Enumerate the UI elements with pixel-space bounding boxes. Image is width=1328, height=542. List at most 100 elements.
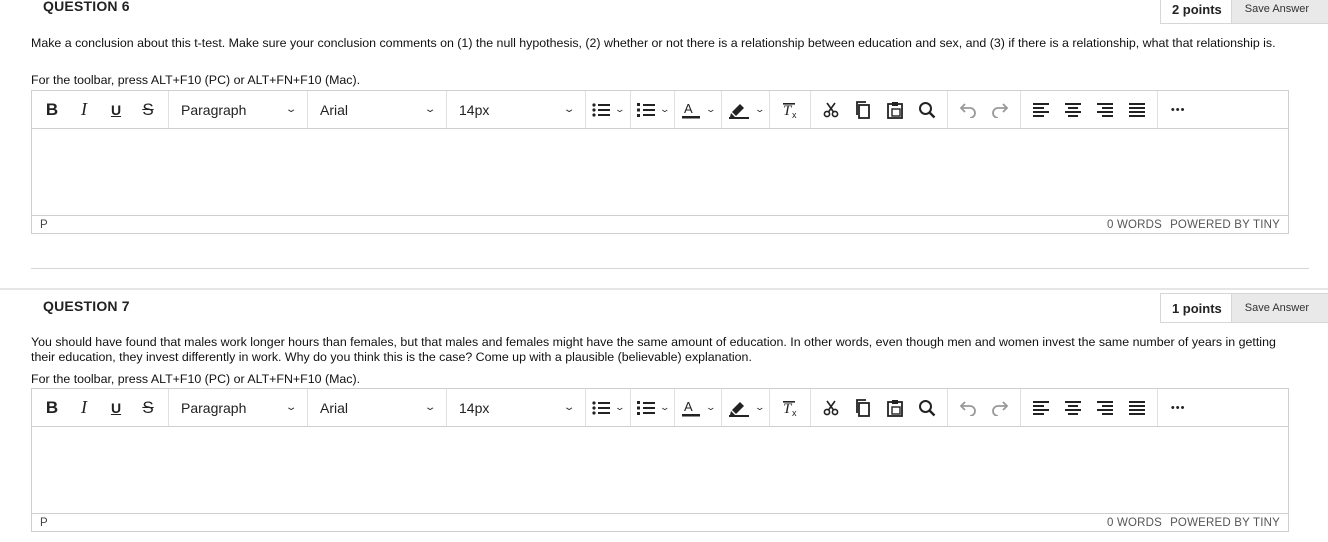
- question-7: QUESTION 7 1 points Save Answer You shou…: [0, 290, 1328, 542]
- more-options-button[interactable]: •••: [1162, 95, 1194, 125]
- italic-button[interactable]: I: [68, 393, 100, 423]
- undo-button[interactable]: [952, 95, 984, 125]
- font-select-value: Arial: [320, 101, 349, 118]
- copy-icon: [856, 398, 871, 417]
- underline-button[interactable]: U: [100, 393, 132, 423]
- align-center-button[interactable]: [1057, 95, 1089, 125]
- align-left-button[interactable]: [1025, 393, 1057, 423]
- find-replace-button[interactable]: [911, 393, 943, 423]
- copy-button[interactable]: [847, 393, 879, 423]
- copy-button[interactable]: [847, 95, 879, 125]
- clipboard-icon: [887, 101, 904, 119]
- align-group: [1021, 389, 1159, 426]
- svg-text:A: A: [684, 101, 693, 116]
- powered-by-link[interactable]: POWERED BY TINY: [1170, 517, 1280, 529]
- editor-status-bar: P 0 WORDS POWERED BY TINY: [32, 513, 1288, 531]
- clear-format-group: Tx: [770, 389, 812, 426]
- numbered-list-button[interactable]: ⌄: [631, 389, 676, 426]
- element-path[interactable]: P: [40, 219, 48, 231]
- save-answer-button[interactable]: Save Answer: [1230, 294, 1328, 322]
- bold-button[interactable]: B: [36, 393, 68, 423]
- italic-button[interactable]: I: [68, 95, 100, 125]
- clear-formatting-icon: Tx: [783, 400, 797, 417]
- font-size-select-value: 14px: [459, 101, 490, 118]
- align-center-button[interactable]: [1057, 393, 1089, 423]
- more-group: •••: [1158, 91, 1198, 128]
- cut-button[interactable]: [815, 95, 847, 125]
- editor-toolbar: B I U S Paragraph ⌄ Arial ⌄ 14px ⌄ ⌄ ⌄ A…: [32, 91, 1288, 129]
- format-group: B I U S: [32, 91, 169, 128]
- highlight-color-button[interactable]: ⌄: [722, 389, 771, 426]
- text-color-button[interactable]: A ⌄: [675, 389, 722, 426]
- clear-formatting-button[interactable]: Tx: [774, 95, 806, 125]
- text-color-icon: A: [682, 399, 701, 416]
- align-left-button[interactable]: [1025, 95, 1057, 125]
- font-size-select[interactable]: 14px ⌄: [447, 91, 586, 128]
- toolbar-hint: For the toolbar, press ALT+F10 (PC) or A…: [31, 73, 361, 87]
- text-color-button[interactable]: A ⌄: [675, 91, 722, 128]
- redo-button[interactable]: [984, 393, 1016, 423]
- align-right-button[interactable]: [1089, 393, 1121, 423]
- word-count[interactable]: 0 WORDS: [1107, 517, 1162, 529]
- find-replace-button[interactable]: [911, 95, 943, 125]
- more-options-button[interactable]: •••: [1162, 393, 1194, 423]
- question-title: QUESTION 7: [43, 298, 130, 314]
- element-path[interactable]: P: [40, 517, 48, 529]
- paste-button[interactable]: [879, 393, 911, 423]
- chevron-down-icon: ⌄: [562, 104, 576, 115]
- undo-icon: [959, 400, 977, 416]
- font-select[interactable]: Arial ⌄: [308, 389, 447, 426]
- powered-by-link[interactable]: POWERED BY TINY: [1170, 219, 1280, 231]
- bullet-list-button[interactable]: ⌄: [586, 91, 631, 128]
- align-justify-button[interactable]: [1121, 393, 1153, 423]
- chevron-down-icon: ⌄: [753, 104, 766, 114]
- editor-text-area[interactable]: [32, 129, 1288, 215]
- font-size-select-value: 14px: [459, 399, 490, 416]
- save-answer-button[interactable]: Save Answer: [1230, 0, 1328, 23]
- numbered-list-button[interactable]: ⌄: [631, 91, 676, 128]
- font-select-value: Arial: [320, 399, 349, 416]
- align-right-button[interactable]: [1089, 95, 1121, 125]
- align-right-icon: [1097, 400, 1114, 415]
- strikethrough-button[interactable]: S: [132, 95, 164, 125]
- bold-button[interactable]: B: [36, 95, 68, 125]
- bullet-list-button[interactable]: ⌄: [586, 389, 631, 426]
- numbered-list-icon: [636, 400, 655, 415]
- chevron-down-icon: ⌄: [753, 402, 766, 412]
- points-label: 2 points: [1171, 1, 1222, 17]
- align-left-icon: [1033, 400, 1050, 415]
- redo-button[interactable]: [984, 95, 1016, 125]
- align-center-icon: [1065, 102, 1082, 117]
- highlight-color-button[interactable]: ⌄: [722, 91, 771, 128]
- undo-button[interactable]: [952, 393, 984, 423]
- cut-button[interactable]: [815, 393, 847, 423]
- font-size-select[interactable]: 14px ⌄: [447, 389, 586, 426]
- chevron-down-icon: ⌄: [705, 104, 717, 114]
- paragraph-select[interactable]: Paragraph ⌄: [169, 91, 308, 128]
- align-justify-icon: [1129, 400, 1146, 415]
- chevron-down-icon: ⌄: [614, 104, 626, 114]
- align-center-icon: [1065, 400, 1082, 415]
- paragraph-select-value: Paragraph: [181, 101, 247, 118]
- word-count[interactable]: 0 WORDS: [1107, 219, 1162, 231]
- scissors-icon: [823, 102, 839, 117]
- font-select[interactable]: Arial ⌄: [308, 91, 447, 128]
- question-title: QUESTION 6: [43, 0, 130, 14]
- editor-text-area[interactable]: [32, 427, 1288, 513]
- underline-button[interactable]: U: [100, 95, 132, 125]
- question-prompt: Make a conclusion about this t-test. Mak…: [31, 36, 1276, 50]
- align-justify-button[interactable]: [1121, 95, 1153, 125]
- clear-formatting-button[interactable]: Tx: [774, 393, 806, 423]
- status-right: 0 WORDS POWERED BY TINY: [1107, 219, 1280, 231]
- rich-text-editor: B I U S Paragraph ⌄ Arial ⌄ 14px ⌄ ⌄ ⌄ A…: [31, 90, 1289, 234]
- clipboard-icon: [887, 399, 904, 417]
- chevron-down-icon: ⌄: [658, 104, 670, 114]
- scissors-icon: [823, 400, 839, 415]
- question-6: QUESTION 6 2 points Save Answer Make a c…: [0, 0, 1328, 270]
- clipboard-group: [811, 389, 949, 426]
- paragraph-select[interactable]: Paragraph ⌄: [169, 389, 308, 426]
- text-color-icon: A: [682, 101, 701, 118]
- more-icon: •••: [1170, 401, 1186, 414]
- strikethrough-button[interactable]: S: [132, 393, 164, 423]
- paste-button[interactable]: [879, 95, 911, 125]
